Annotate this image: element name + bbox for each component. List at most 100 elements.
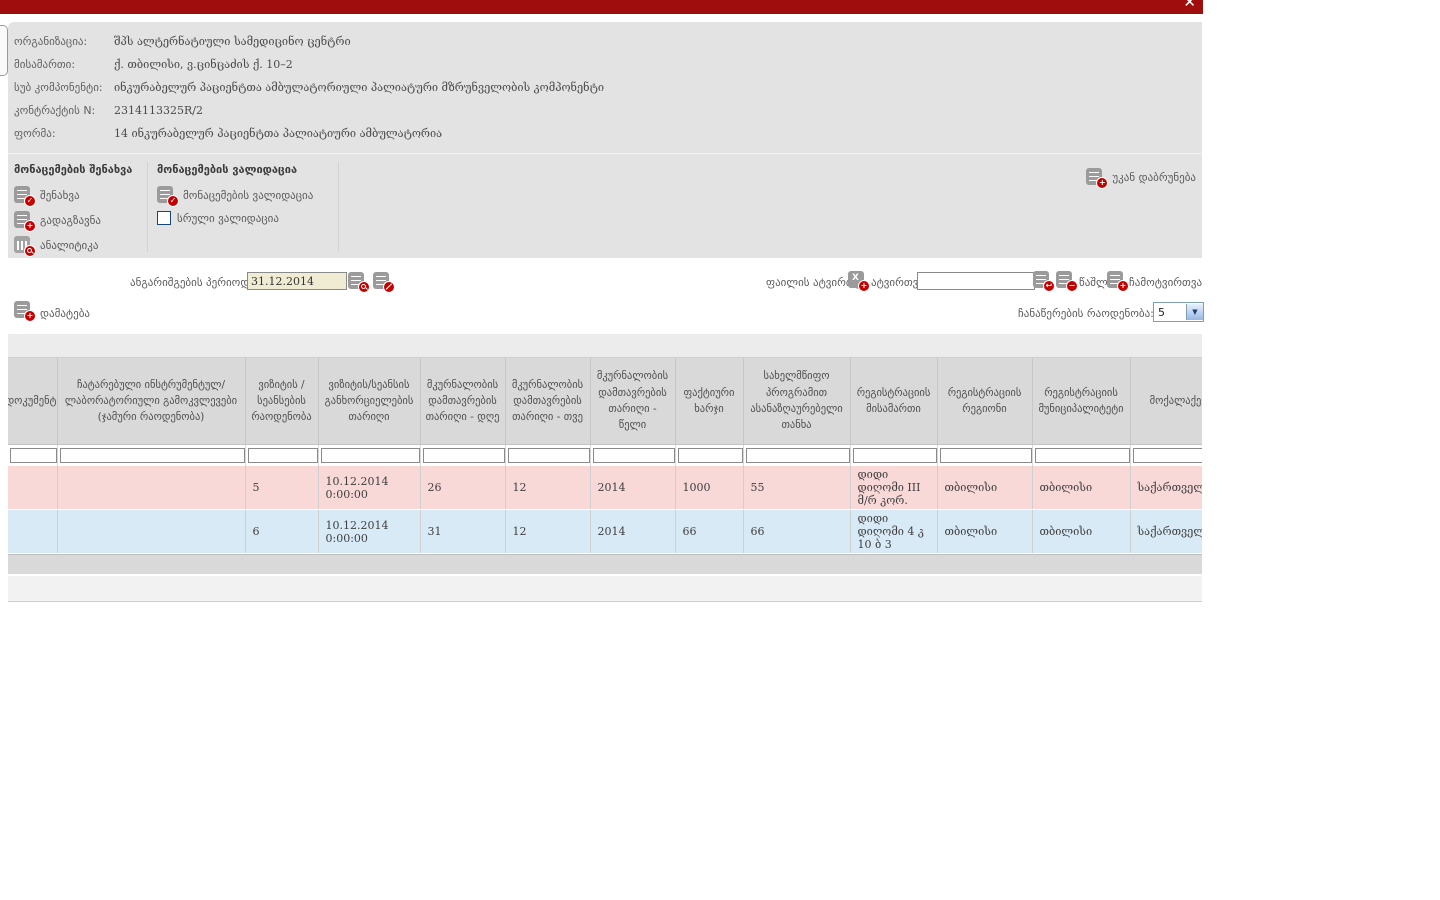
filter-cell (850, 445, 937, 467)
col-header-visit-date[interactable]: ვიზიტის/სეანსის განხორციელების თარიღი (318, 358, 420, 445)
filter-cell (1032, 445, 1130, 467)
add-icon[interactable]: + (14, 301, 34, 319)
records-count-value: 5 (1154, 306, 1186, 319)
column-filter-input[interactable] (248, 448, 318, 463)
records-table: სამედიცინო დოკუმენტის N ჩატარებული ინსტრ… (8, 358, 1202, 554)
cell: თბილისი (937, 466, 1032, 510)
col-header-reg-region[interactable]: რეგისტრაციის რეგიონი (937, 358, 1032, 445)
save-button[interactable]: ✓ შენახვა (14, 186, 144, 204)
side-panel-handle[interactable] (0, 25, 8, 76)
header-row: სამედიცინო დოკუმენტის N ჩატარებული ინსტრ… (8, 358, 1202, 445)
filter-cell (505, 445, 590, 467)
full-validation-label: სრული ვალიდაცია (177, 212, 279, 225)
analytics-label: ანალიტიკა (40, 239, 98, 252)
cell: 31 (420, 510, 505, 554)
add-label[interactable]: დამატება (40, 307, 90, 320)
column-filter-input[interactable] (853, 448, 937, 463)
validation-label: მონაცემების ვალიდაცია (183, 189, 313, 202)
col-header-document-n[interactable]: სამედიცინო დოკუმენტის N (8, 358, 57, 445)
info-value: ქ. თბილისი, ვ.ცინცაძის ქ. 10–2 (114, 57, 293, 80)
grid-toolbar-band (8, 334, 1202, 358)
undo-icon[interactable]: ↩ (1033, 271, 1053, 289)
col-header-end-year[interactable]: მკურნალობის დამთავრების თარიღი - წელი (590, 358, 675, 445)
download-icon[interactable]: + (1107, 271, 1127, 289)
table-row[interactable]: 6 10.12.2014 0:00:00 31 12 2014 66 66 დი… (8, 510, 1202, 554)
file-name-input[interactable] (917, 272, 1035, 290)
column-filter-input[interactable] (593, 448, 675, 463)
cell (8, 510, 57, 554)
col-header-end-month[interactable]: მკურნალობის დამთავრების თარიღი - თვე (505, 358, 590, 445)
cell (57, 466, 245, 510)
validation-icon: ✓ (157, 186, 177, 204)
org-info: ორგანიზაცია: შპს ალტერნატიული სამედიცინო… (8, 22, 1202, 149)
cell: საქართველო (1130, 466, 1202, 510)
divider (147, 162, 148, 252)
col-header-end-day[interactable]: მკურნალობის დამთავრების თარიღი - დღე (420, 358, 505, 445)
actions-area: მონაცემების შენახვა ✓ შენახვა + გადაგზავ… (8, 154, 1202, 256)
cell (57, 510, 245, 554)
col-header-reg-municipality[interactable]: რეგისტრაციის მუნიციპალიტეტი (1032, 358, 1130, 445)
col-header-citizenship[interactable]: მოქალაქეობა (1130, 358, 1202, 445)
info-label: ორგანიზაცია: (14, 34, 114, 57)
cell: 10.12.2014 0:00:00 (318, 466, 420, 510)
info-value: 2314113325R/2 (114, 103, 203, 126)
cell: 10.12.2014 0:00:00 (318, 510, 420, 554)
info-value: შპს ალტერნატიული სამედიცინო ცენტრი (114, 34, 351, 57)
table-clip: სამედიცინო დოკუმენტის N ჩატარებული ინსტრ… (8, 358, 1202, 554)
full-validation-checkbox[interactable] (157, 211, 171, 225)
filter-cell (675, 445, 743, 467)
filter-cell (420, 445, 505, 467)
upload-label[interactable]: ატვირთვა (871, 276, 924, 289)
table-row[interactable]: 5 10.12.2014 0:00:00 26 12 2014 1000 55 … (8, 466, 1202, 510)
column-filter-input[interactable] (60, 448, 245, 463)
cell: 1000 (675, 466, 743, 510)
save-group: მონაცემების შენახვა ✓ შენახვა + გადაგზავ… (14, 160, 144, 256)
analytics-button[interactable]: ანალიტიკა (14, 236, 144, 254)
col-header-visit-count[interactable]: ვიზიტის /სეანსების რაოდენობა (245, 358, 318, 445)
info-row-address: მისამართი: ქ. თბილისი, ვ.ცინცაძის ქ. 10–… (8, 57, 1202, 80)
col-header-examinations[interactable]: ჩატარებული ინსტრუმენტულ/ლაბორატორიული გა… (57, 358, 245, 445)
column-filter-input[interactable] (508, 448, 590, 463)
save-label: შენახვა (40, 189, 80, 202)
period-label: ანგარიშგების პერიოდი (130, 276, 255, 289)
column-filter-input[interactable] (940, 448, 1032, 463)
download-label[interactable]: ჩამოტვირთვა (1129, 276, 1202, 289)
col-header-actual-cost[interactable]: ფაქტიური ხარჯი (675, 358, 743, 445)
close-icon[interactable]: ✕ (1183, 0, 1196, 11)
validation-group: მონაცემების ვალიდაცია ✓ მონაცემების ვალი… (151, 160, 335, 256)
column-filter-input[interactable] (321, 448, 420, 463)
cell: 66 (743, 510, 850, 554)
cell: 12 (505, 510, 590, 554)
filter-cell (245, 445, 318, 467)
validation-group-title: მონაცემების ვალიდაცია (157, 160, 335, 183)
cell: თბილისი (1032, 510, 1130, 554)
column-filter-input[interactable] (678, 448, 743, 463)
excel-upload-icon[interactable]: + (848, 271, 868, 289)
column-filter-input[interactable] (423, 448, 505, 463)
remove-icon[interactable]: − (1056, 271, 1076, 289)
filter-cell (8, 445, 57, 467)
info-row-subcomponent: სუბ კომპონენტი: ინკურაბელურ პაციენტთა ამ… (8, 80, 1202, 103)
cell (8, 466, 57, 510)
period-search-icon[interactable] (348, 272, 368, 290)
filter-cell (1130, 445, 1202, 467)
back-button[interactable]: + უკან დაბრუნება (1086, 168, 1196, 186)
info-panel: ორგანიზაცია: შპს ალტერნატიული სამედიცინო… (8, 22, 1202, 258)
col-header-reg-address[interactable]: რეგისტრაციის მისამართი (850, 358, 937, 445)
period-input[interactable] (247, 272, 347, 290)
filter-cell (743, 445, 850, 467)
column-filter-input[interactable] (1133, 448, 1203, 463)
period-clear-icon[interactable] (373, 272, 393, 290)
col-header-state-amount[interactable]: სახელმწიფო პროგრამით ასანაზღაურებელი თან… (743, 358, 850, 445)
column-filter-input[interactable] (746, 448, 850, 463)
records-count-select[interactable]: 5 ▼ (1153, 302, 1204, 322)
cell: 12 (505, 466, 590, 510)
cell: საქართველო (1130, 510, 1202, 554)
send-button[interactable]: + გადაგზავნა (14, 211, 144, 229)
chevron-down-icon: ▼ (1186, 304, 1203, 320)
info-label: კონტრაქტის N: (14, 103, 114, 126)
validation-button[interactable]: ✓ მონაცემების ვალიდაცია (157, 186, 335, 204)
column-filter-input[interactable] (10, 448, 57, 463)
cell: თბილისი (937, 510, 1032, 554)
column-filter-input[interactable] (1035, 448, 1130, 463)
